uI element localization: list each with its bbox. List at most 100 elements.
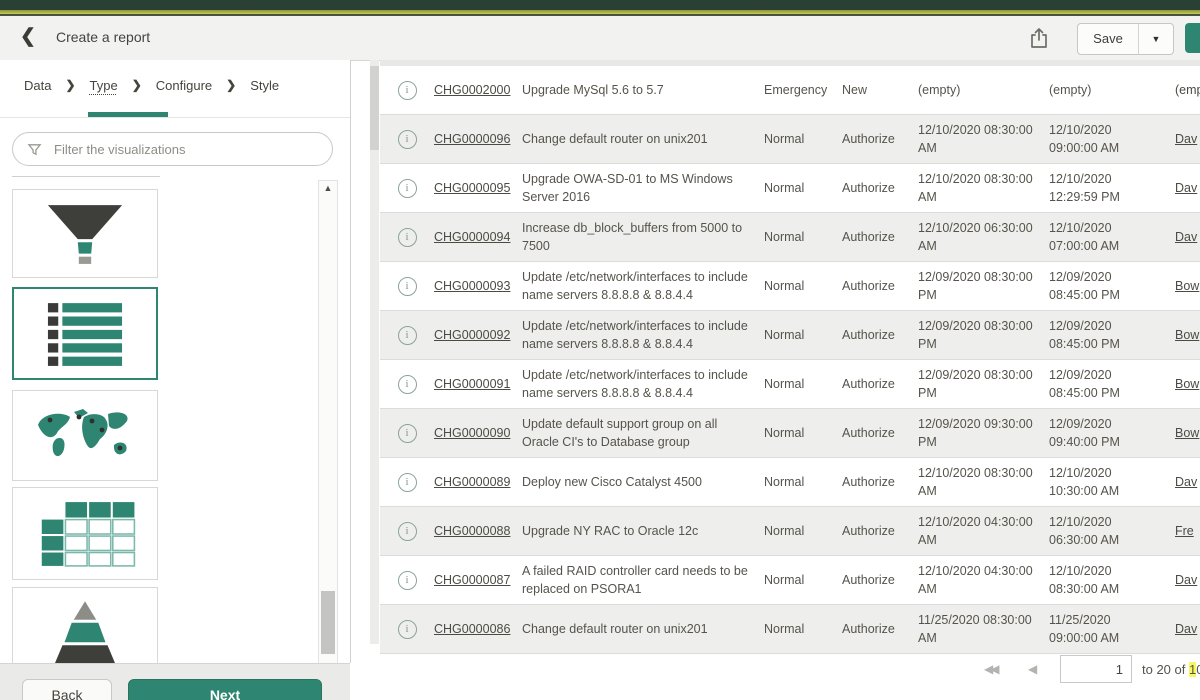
filter-visualizations-input[interactable] bbox=[52, 141, 306, 158]
change-number-link[interactable]: CHG0002000 bbox=[434, 83, 510, 97]
brand-topbar bbox=[0, 0, 1200, 10]
table-row[interactable]: i CHG0000091 Update /etc/network/interfa… bbox=[380, 360, 1200, 409]
table-row[interactable]: i CHG0000086 Change default router on un… bbox=[380, 605, 1200, 654]
save-caret-icon[interactable]: ▼ bbox=[1138, 24, 1173, 54]
change-number-link[interactable]: CHG0000091 bbox=[434, 377, 510, 391]
scrollbar-thumb[interactable] bbox=[321, 591, 335, 654]
create-report-screen: ❮ Create a report Save ▼ Data ❯ Type ❯ C… bbox=[0, 0, 1200, 700]
viz-card-pivot-table[interactable] bbox=[12, 487, 158, 580]
back-button[interactable]: Back bbox=[22, 679, 112, 700]
first-page-icon[interactable]: ◀◀ bbox=[984, 662, 996, 676]
start-date-value: 12/10/2020 08:30:00 AM bbox=[918, 122, 1049, 157]
viz-card-world-map[interactable] bbox=[12, 390, 158, 481]
table-row[interactable]: i CHG0000089 Deploy new Cisco Catalyst 4… bbox=[380, 458, 1200, 507]
step-configure[interactable]: Configure bbox=[156, 78, 212, 93]
table-row[interactable]: i CHG0000096 Change default router on un… bbox=[380, 115, 1200, 164]
priority-value: Normal bbox=[764, 474, 842, 492]
info-icon[interactable]: i bbox=[398, 424, 417, 443]
end-date-value: 12/09/2020 09:40:00 PM bbox=[1049, 416, 1175, 451]
step-data[interactable]: Data bbox=[24, 78, 51, 93]
world-map-icon bbox=[30, 403, 140, 469]
table-scrollbar-thumb[interactable] bbox=[370, 66, 379, 150]
table-row[interactable]: i CHG0000087 A failed RAID controller ca… bbox=[380, 556, 1200, 605]
viz-list-scrollbar[interactable]: ▲ ▼ bbox=[318, 180, 338, 663]
assigned-to-link[interactable]: Bow bbox=[1175, 279, 1199, 293]
range-label: to 20 of bbox=[1142, 662, 1185, 677]
info-icon[interactable]: i bbox=[398, 620, 417, 639]
change-number-link[interactable]: CHG0000086 bbox=[434, 622, 510, 636]
assigned-to-link[interactable]: Dav bbox=[1175, 181, 1197, 195]
next-button[interactable]: Next bbox=[128, 679, 322, 700]
info-icon[interactable]: i bbox=[398, 522, 417, 541]
change-number-link[interactable]: CHG0000095 bbox=[434, 181, 510, 195]
table-scrollbar[interactable] bbox=[370, 60, 379, 644]
table-row[interactable]: i CHG0000090 Update default support grou… bbox=[380, 409, 1200, 458]
change-number-link[interactable]: CHG0000092 bbox=[434, 328, 510, 342]
short-description: Deploy new Cisco Catalyst 4500 bbox=[522, 474, 764, 492]
table-row[interactable]: i CHG0000093 Update /etc/network/interfa… bbox=[380, 262, 1200, 311]
step-style[interactable]: Style bbox=[250, 78, 279, 93]
table-row[interactable]: i CHG0000094 Increase db_block_buffers f… bbox=[380, 213, 1200, 262]
assigned-to-link[interactable]: Dav bbox=[1175, 622, 1197, 636]
state-value: Authorize bbox=[842, 229, 918, 247]
assigned-to-link[interactable]: Dav bbox=[1175, 475, 1197, 489]
table-row[interactable]: i CHG0000095 Upgrade OWA-SD-01 to MS Win… bbox=[380, 164, 1200, 213]
save-button[interactable]: Save bbox=[1078, 24, 1138, 54]
share-export-icon[interactable] bbox=[1026, 25, 1052, 51]
info-icon[interactable]: i bbox=[398, 277, 417, 296]
assigned-to-link[interactable]: Bow bbox=[1175, 377, 1199, 391]
assigned-to-link[interactable]: Dav bbox=[1175, 132, 1197, 146]
info-icon[interactable]: i bbox=[398, 375, 417, 394]
priority-value: Normal bbox=[764, 376, 842, 394]
short-description: Upgrade OWA-SD-01 to MS Windows Server 2… bbox=[522, 171, 764, 206]
change-number-link[interactable]: CHG0000096 bbox=[434, 132, 510, 146]
end-date-value: 12/09/2020 08:45:00 PM bbox=[1049, 367, 1175, 402]
priority-value: Normal bbox=[764, 131, 842, 149]
change-number-link[interactable]: CHG0000090 bbox=[434, 426, 510, 440]
priority-value: Emergency bbox=[764, 82, 842, 100]
info-icon[interactable]: i bbox=[398, 130, 417, 149]
end-date-value: 12/10/2020 12:29:59 PM bbox=[1049, 171, 1175, 206]
change-number-link[interactable]: CHG0000093 bbox=[434, 279, 510, 293]
start-date-value: 12/09/2020 08:30:00 PM bbox=[918, 318, 1049, 353]
assigned-to-link[interactable]: Bow bbox=[1175, 328, 1199, 342]
scroll-up-icon[interactable]: ▲ bbox=[319, 183, 337, 193]
change-number-link[interactable]: CHG0000087 bbox=[434, 573, 510, 587]
info-icon[interactable]: i bbox=[398, 473, 417, 492]
change-number-link[interactable]: CHG0000088 bbox=[434, 524, 510, 538]
short-description: Update /etc/network/interfaces to includ… bbox=[522, 269, 764, 304]
start-date-value: 11/25/2020 08:30:00 AM bbox=[918, 612, 1049, 647]
end-date-value: 12/10/2020 06:30:00 AM bbox=[1049, 514, 1175, 549]
priority-value: Normal bbox=[764, 327, 842, 345]
state-value: Authorize bbox=[842, 572, 918, 590]
info-icon[interactable]: i bbox=[398, 228, 417, 247]
table-row[interactable]: i CHG0000092 Update /etc/network/interfa… bbox=[380, 311, 1200, 360]
info-icon[interactable]: i bbox=[398, 326, 417, 345]
table-row[interactable]: i CHG0002000 Upgrade MySql 5.6 to 5.7 Em… bbox=[380, 66, 1200, 115]
previous-page-icon[interactable]: ◀ bbox=[1028, 662, 1037, 676]
page-number-input[interactable] bbox=[1060, 655, 1132, 683]
primary-action-button[interactable] bbox=[1185, 23, 1200, 53]
short-description: Update default support group on all Orac… bbox=[522, 416, 764, 451]
assigned-to-link[interactable]: Bow bbox=[1175, 426, 1199, 440]
priority-value: Normal bbox=[764, 180, 842, 198]
viz-card-pyramid[interactable] bbox=[12, 587, 158, 663]
info-icon[interactable]: i bbox=[398, 571, 417, 590]
step-separator-icon: ❯ bbox=[65, 78, 75, 93]
list-chart-icon bbox=[33, 299, 137, 369]
viz-card-funnel[interactable] bbox=[12, 189, 158, 278]
assigned-to-link[interactable]: Fre bbox=[1175, 524, 1194, 538]
step-type[interactable]: Type bbox=[90, 78, 118, 93]
table-row[interactable]: i CHG0000088 Upgrade NY RAC to Oracle 12… bbox=[380, 507, 1200, 556]
back-chevron-icon[interactable]: ❮ bbox=[20, 25, 36, 48]
viz-card-list[interactable] bbox=[12, 287, 158, 380]
info-icon[interactable]: i bbox=[398, 179, 417, 198]
change-number-link[interactable]: CHG0000089 bbox=[434, 475, 510, 489]
info-icon[interactable]: i bbox=[398, 81, 417, 100]
assigned-to-link[interactable]: Dav bbox=[1175, 573, 1197, 587]
assigned-to-link[interactable]: (empty) bbox=[1175, 83, 1200, 97]
change-number-link[interactable]: CHG0000094 bbox=[434, 230, 510, 244]
end-date-value: 12/10/2020 09:00:00 AM bbox=[1049, 122, 1175, 157]
assigned-to-link[interactable]: Dav bbox=[1175, 230, 1197, 244]
state-value: New bbox=[842, 82, 918, 100]
